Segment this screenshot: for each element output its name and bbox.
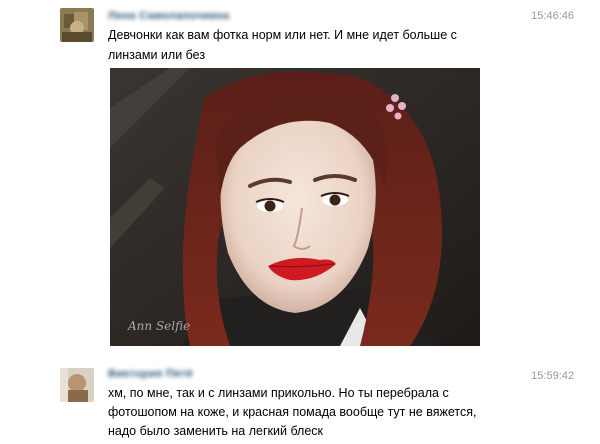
message-timestamp[interactable]: 15:46:46 — [531, 10, 574, 22]
message-item: Виктория Пятё 15:59:42 хм, по мне, так и… — [0, 360, 600, 444]
message-author[interactable]: Виктория Пятё — [108, 368, 193, 380]
message-author[interactable]: Лена Самолапочкина — [108, 10, 229, 22]
photo-watermark: Ann Selfie — [127, 319, 190, 333]
avatar[interactable] — [60, 8, 94, 42]
photo-attachment[interactable]: Ann Selfie — [110, 68, 480, 346]
message-text: хм, по мне, так и с линзами прикольно. Н… — [108, 386, 477, 438]
message-timestamp[interactable]: 15:59:42 — [531, 370, 574, 382]
avatar[interactable] — [60, 368, 94, 402]
message-item: Лена Самолапочкина 15:46:46 Девчонки как… — [0, 0, 600, 352]
message-text: Девчонки как вам фотка норм или нет. И м… — [108, 28, 457, 62]
